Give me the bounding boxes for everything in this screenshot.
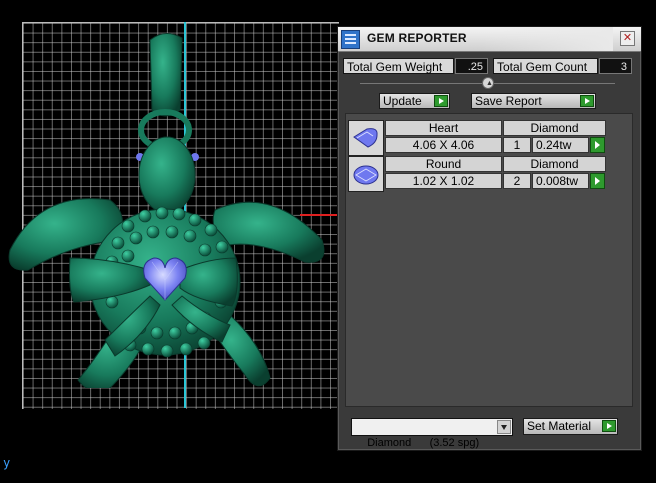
set-material-button-label: Set Material bbox=[527, 419, 592, 433]
gem-count: 2 bbox=[503, 173, 531, 189]
gem-shape: Heart bbox=[385, 120, 502, 136]
gem-select-button[interactable] bbox=[590, 137, 605, 153]
title-gradient bbox=[483, 27, 613, 51]
gem-select-button[interactable] bbox=[590, 173, 605, 189]
play-arrow-icon bbox=[580, 95, 594, 107]
gem-weight: 0.24tw bbox=[532, 137, 589, 153]
turtle-pendant-model[interactable] bbox=[0, 28, 340, 388]
total-gem-count-value: 3 bbox=[599, 58, 632, 74]
close-button[interactable]: ✕ bbox=[620, 31, 635, 46]
gem-reporter-app-icon bbox=[341, 30, 360, 49]
gem-list-item[interactable]: Heart Diamond 4.06 X 4.06 1 0.24tw bbox=[348, 120, 606, 156]
material-select[interactable]: Diamond (3.52 spg) bbox=[351, 418, 513, 449]
play-arrow-icon bbox=[602, 420, 616, 432]
gem-shape: Round bbox=[385, 156, 502, 172]
collapse-handle-icon[interactable]: ▲ bbox=[482, 77, 494, 89]
play-arrow-icon bbox=[434, 95, 448, 107]
gem-count: 1 bbox=[503, 137, 531, 153]
gem-list-item[interactable]: Round Diamond 1.02 X 1.02 2 0.008tw bbox=[348, 156, 606, 192]
set-material-button[interactable]: Set Material bbox=[523, 418, 618, 435]
gem-reporter-panel[interactable]: GEM REPORTER ✕ Total Gem Weight .25 Tota… bbox=[337, 26, 642, 451]
total-gem-weight-value: .25 bbox=[455, 58, 488, 74]
update-button[interactable]: Update bbox=[379, 93, 450, 109]
total-gem-weight-label: Total Gem Weight bbox=[343, 58, 454, 74]
gem-size: 1.02 X 1.02 bbox=[385, 173, 502, 189]
save-report-button-label: Save Report bbox=[475, 94, 542, 108]
gem-material: Diamond bbox=[503, 120, 606, 136]
gem-size: 4.06 X 4.06 bbox=[385, 137, 502, 153]
material-select-value: Diamond (3.52 spg) bbox=[367, 437, 480, 449]
save-report-button[interactable]: Save Report bbox=[471, 93, 596, 109]
panel-title: GEM REPORTER bbox=[367, 31, 467, 45]
axis-indicator-icon: y bbox=[3, 456, 11, 470]
update-button-label: Update bbox=[383, 94, 422, 108]
gem-list[interactable]: Heart Diamond 4.06 X 4.06 1 0.24tw Round… bbox=[345, 113, 633, 407]
gem-material: Diamond bbox=[503, 156, 606, 172]
heart-gem-icon bbox=[348, 120, 384, 156]
panel-titlebar[interactable]: GEM REPORTER ✕ bbox=[338, 27, 641, 52]
total-gem-count-label: Total Gem Count bbox=[493, 58, 598, 74]
dropdown-arrow-icon[interactable] bbox=[497, 420, 511, 434]
gem-weight: 0.008tw bbox=[532, 173, 589, 189]
round-gem-icon bbox=[348, 156, 384, 192]
